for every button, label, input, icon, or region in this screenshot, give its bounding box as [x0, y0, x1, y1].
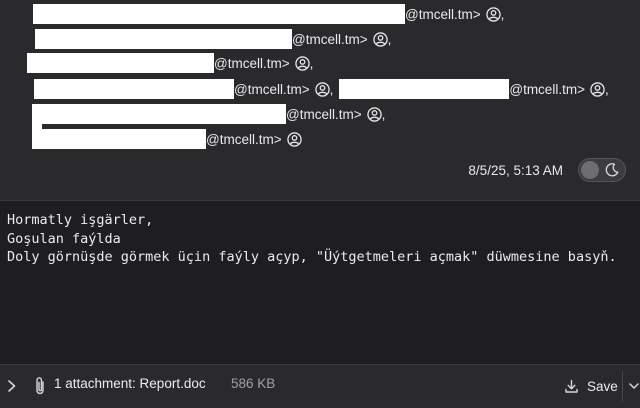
recipient-separator: , — [387, 31, 392, 47]
recipient-separator: , — [329, 81, 334, 97]
redacted-name — [40, 104, 286, 124]
save-label: Save — [587, 378, 618, 394]
attachment-size: 586 KB — [231, 376, 276, 391]
body-line: Doly görnüşde görmek üçin faýly açyp, "Ü… — [7, 249, 617, 265]
recipient-separator: , — [604, 81, 609, 97]
recipient-line: @tmcell.tm> , — [27, 53, 313, 73]
redacted-name — [27, 53, 214, 73]
person-circle-icon — [294, 55, 310, 71]
recipient-address[interactable]: @tmcell.tm> — [206, 132, 282, 147]
message-text: Hormatly işgärler, Goşulan faýlda Doly g… — [7, 211, 633, 267]
attachment-name[interactable]: 1 attachment: Report.doc — [54, 376, 206, 391]
body-line: Goşulan faýlda — [7, 230, 121, 247]
recipient-separator: , — [309, 55, 314, 71]
chevron-right-icon[interactable] — [5, 377, 19, 395]
redacted-name — [34, 79, 234, 99]
redacted-name — [35, 29, 292, 49]
redacted-name — [339, 79, 510, 99]
mail-message-window: @tmcell.tm> , @tmcell.tm> , @tmcell.tm> … — [0, 0, 640, 408]
message-body: Hormatly işgärler, Goşulan faýlda Doly g… — [0, 201, 640, 364]
recipient-line: @tmcell.tm> , @tmcell.tm> , — [34, 79, 609, 99]
person-circle-icon — [485, 6, 501, 22]
save-divider — [622, 371, 623, 401]
message-header: @tmcell.tm> , @tmcell.tm> , @tmcell.tm> … — [0, 0, 640, 200]
toggle-knob — [581, 161, 599, 179]
person-circle-icon — [314, 81, 330, 97]
person-circle-icon — [590, 81, 605, 97]
recipient-address[interactable]: @tmcell.tm> — [214, 56, 290, 71]
paperclip-icon — [33, 375, 47, 397]
attachment-bar: 1 attachment: Report.doc 586 KB Save — [0, 364, 640, 408]
recipient-line: @tmcell.tm> , — [40, 104, 385, 124]
person-circle-icon — [372, 31, 388, 47]
download-icon — [565, 379, 578, 393]
recipient-line: @tmcell.tm> , — [35, 29, 391, 49]
recipient-separator: , — [500, 6, 505, 22]
moon-icon — [604, 162, 620, 178]
recipient-separator: , — [381, 106, 386, 122]
message-date: 8/5/25, 5:13 AM — [468, 162, 563, 178]
redacted-name — [32, 129, 206, 149]
recipient-address[interactable]: @tmcell.tm> — [234, 82, 310, 97]
recipient-address[interactable]: @tmcell.tm> — [292, 32, 368, 47]
recipient-address[interactable]: @tmcell.tm> — [509, 82, 585, 97]
body-line: Hormatly işgärler, — [7, 212, 154, 228]
person-circle-icon — [286, 131, 302, 147]
save-button[interactable]: Save — [564, 373, 618, 399]
appearance-toggle[interactable] — [578, 158, 626, 182]
recipient-address[interactable]: @tmcell.tm> — [286, 107, 362, 122]
date-row: 8/5/25, 5:13 AM — [468, 158, 626, 182]
redacted-name — [33, 4, 405, 24]
recipient-line: @tmcell.tm> — [32, 129, 302, 149]
recipient-line: @tmcell.tm> , — [33, 4, 504, 24]
chevron-down-icon[interactable] — [627, 377, 640, 395]
person-circle-icon — [366, 106, 382, 122]
recipient-address[interactable]: @tmcell.tm> — [405, 7, 481, 22]
